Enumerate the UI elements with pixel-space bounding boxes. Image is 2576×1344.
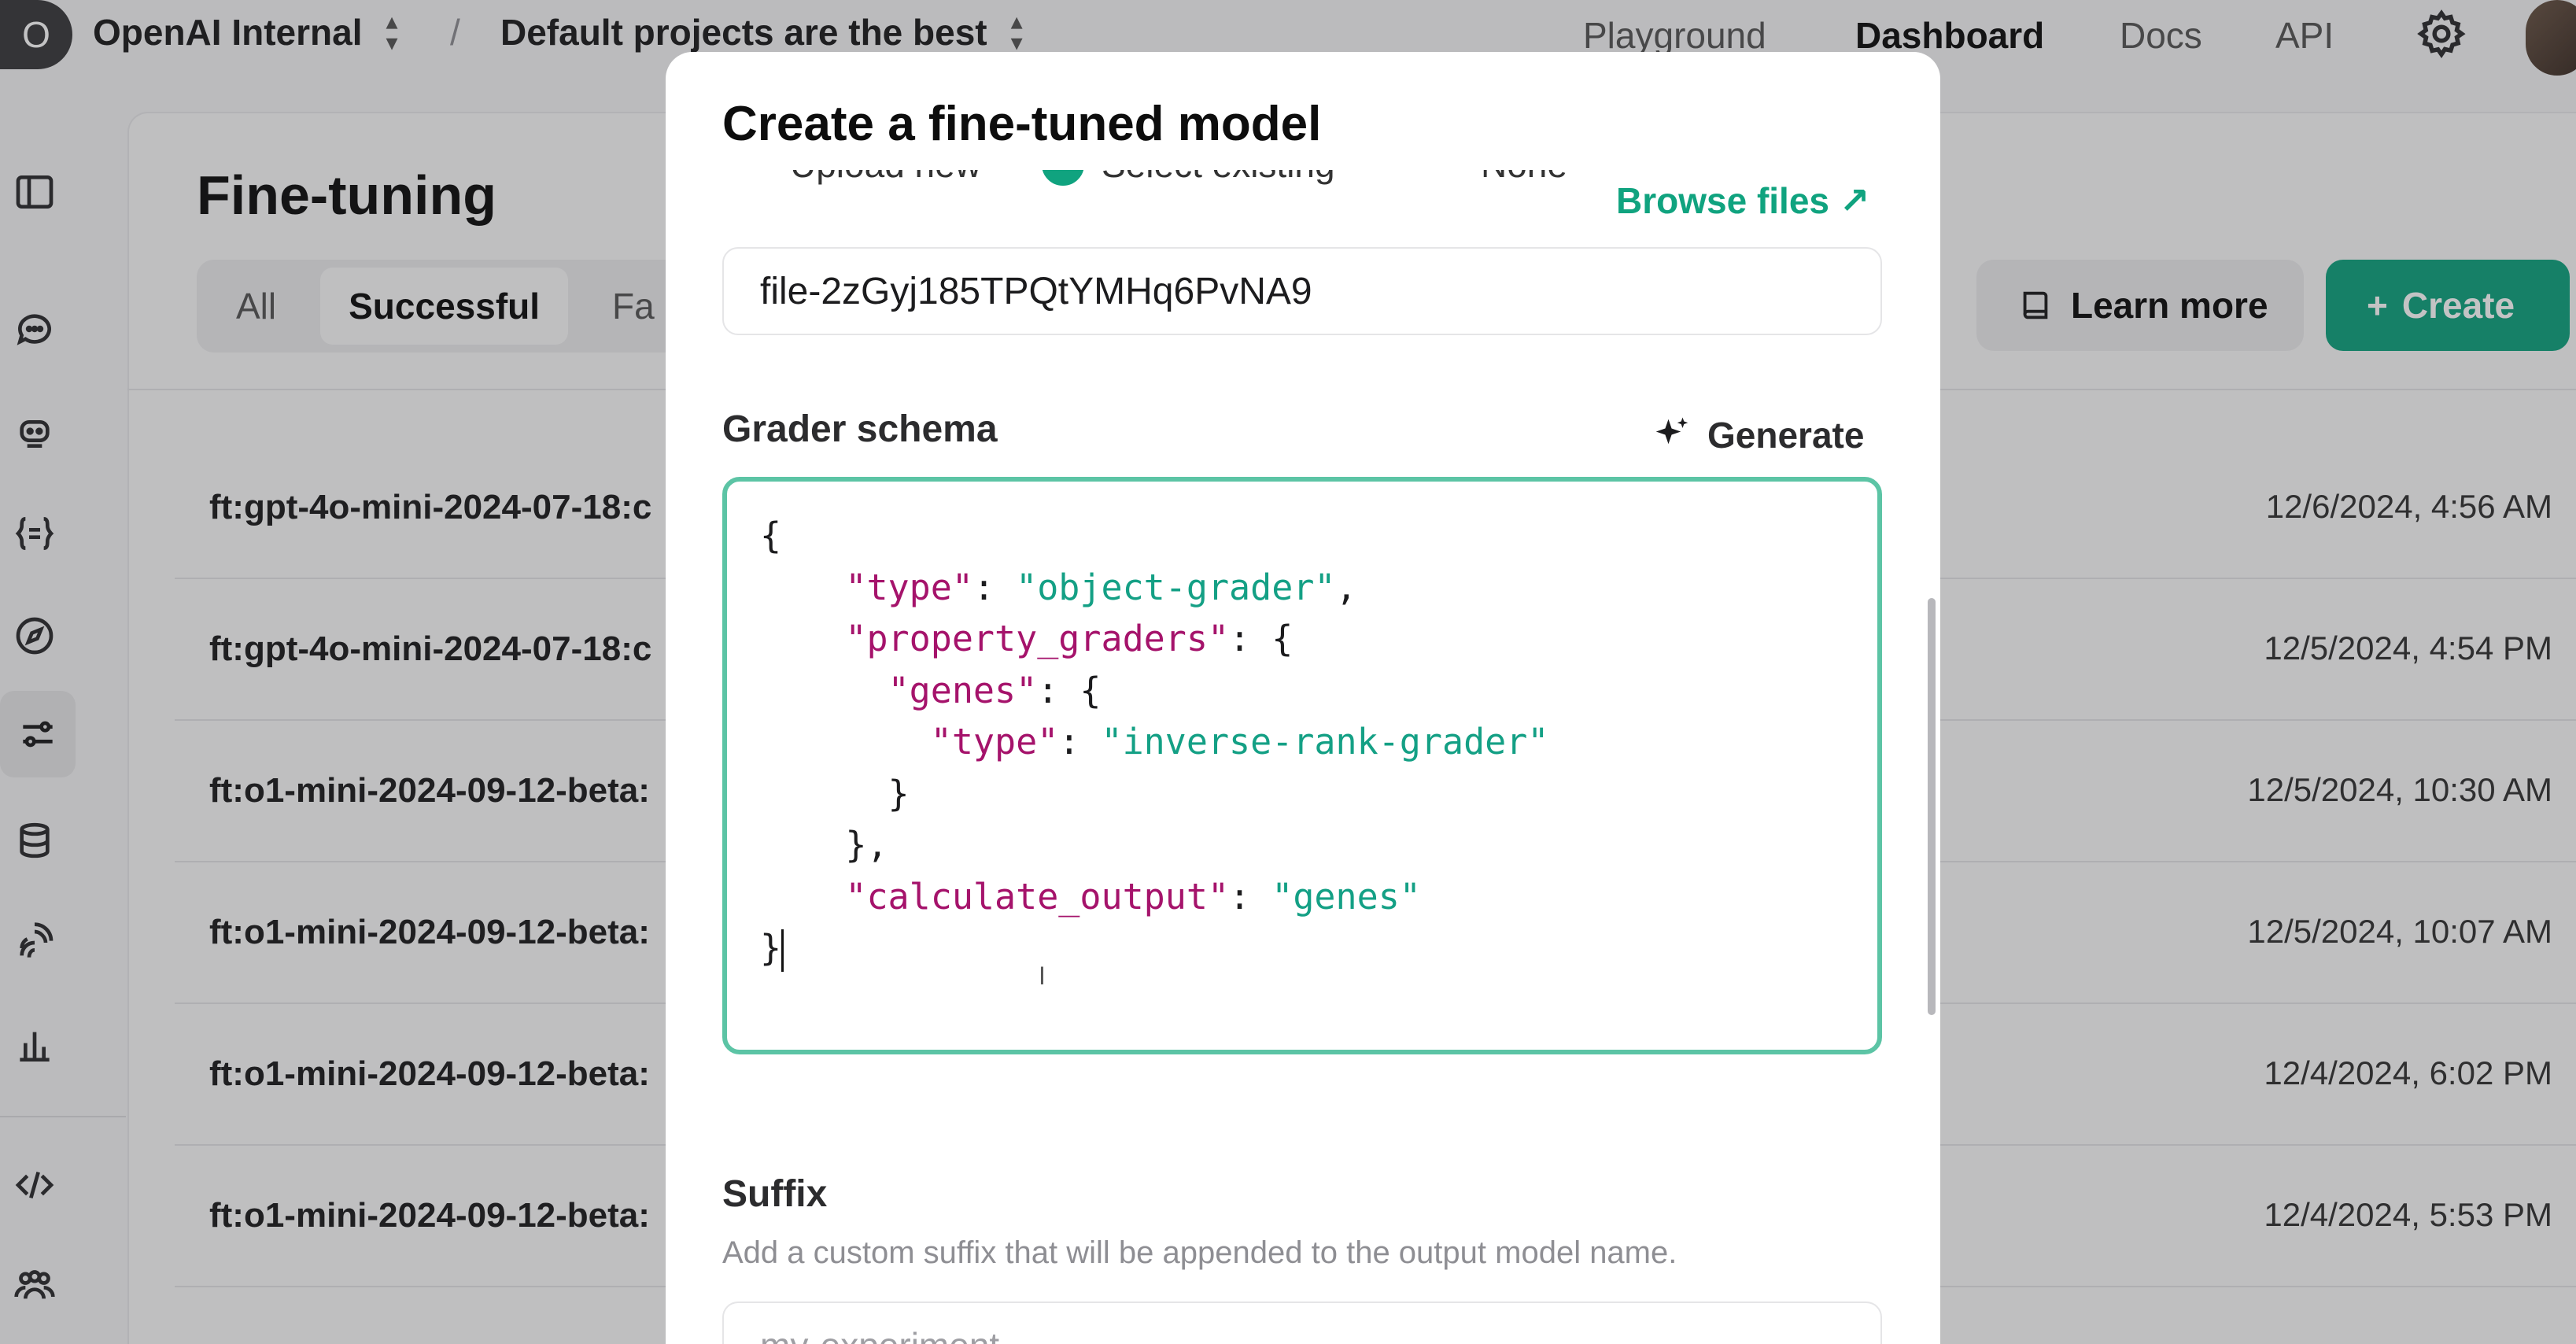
radio-select-label: Select existing bbox=[1102, 170, 1335, 186]
text-cursor-icon: I bbox=[1039, 962, 1046, 990]
suffix-input[interactable]: my-experiment bbox=[722, 1302, 1882, 1344]
json-string: "genes" bbox=[1271, 875, 1421, 918]
json-key: "type" bbox=[930, 721, 1059, 762]
radio-select-existing[interactable]: Select existing bbox=[1042, 170, 1335, 186]
radio-none[interactable]: None bbox=[1481, 170, 1567, 186]
json-key: "type" bbox=[845, 566, 973, 608]
dialog-title: Create a fine-tuned model bbox=[722, 97, 1322, 151]
radio-checked-icon bbox=[1042, 170, 1084, 186]
grader-schema-editor[interactable]: { "type": "object-grader", "property_gra… bbox=[722, 477, 1882, 1054]
radio-upload-label: Upload new bbox=[790, 170, 981, 186]
browse-files-link[interactable]: Browse files ↗ bbox=[1616, 179, 1869, 222]
radio-upload-new[interactable]: Upload new bbox=[790, 170, 981, 186]
json-key: "calculate_output" bbox=[845, 875, 1230, 918]
radio-none-label: None bbox=[1481, 170, 1567, 186]
text-caret bbox=[781, 929, 784, 972]
suffix-help-text: Add a custom suffix that will be appende… bbox=[722, 1235, 1677, 1270]
json-key: "property_graders" bbox=[845, 618, 1230, 659]
external-arrow-icon: ↗ bbox=[1839, 180, 1870, 221]
generate-button[interactable]: Generate bbox=[1651, 414, 1864, 456]
grader-schema-label: Grader schema bbox=[722, 408, 998, 450]
dialog-scrollbar[interactable] bbox=[1928, 598, 1936, 1015]
json-string: "object-grader" bbox=[1016, 566, 1336, 608]
json-string: "inverse-rank-grader" bbox=[1101, 721, 1549, 762]
generate-label: Generate bbox=[1707, 415, 1865, 456]
sparkle-icon bbox=[1655, 417, 1688, 445]
create-fine-tune-dialog: Create a fine-tuned model Upload new Sel… bbox=[666, 52, 1940, 1344]
training-file-field[interactable]: file-2zGyj185TPQtYMHq6PvNA9 bbox=[722, 247, 1882, 335]
browse-files-label: Browse files bbox=[1616, 180, 1829, 221]
json-key: "genes" bbox=[888, 669, 1038, 711]
suffix-label: Suffix bbox=[722, 1173, 828, 1215]
